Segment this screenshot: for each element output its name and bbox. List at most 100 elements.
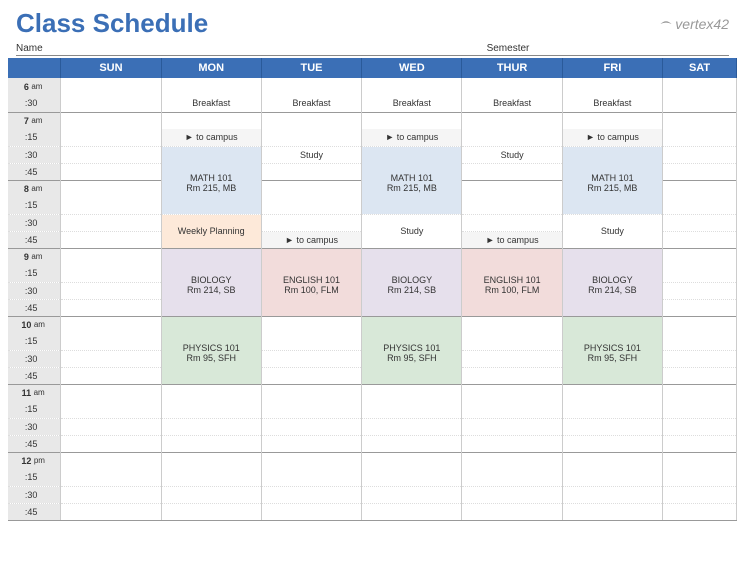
schedule-cell [61,78,161,95]
schedule-cell [61,350,161,367]
logo-text: vertex42 [675,16,729,32]
schedule-cell [663,333,737,350]
minute-label: :15 [8,401,61,418]
schedule-cell [61,197,161,214]
schedule-table: SUN MON TUE WED THUR FRI SAT 6 am:30Brea… [8,58,737,521]
name-field-label: Name [16,43,487,56]
hour-label: 9 am [8,248,61,265]
schedule-cell [663,350,737,367]
hour-label: 6 am [8,78,61,95]
schedule-cell: ► to campus [161,129,261,146]
schedule-cell [261,129,361,146]
semester-field-label: Semester [487,43,729,56]
schedule-cell [362,486,462,503]
schedule-cell [261,112,361,129]
schedule-cell [261,316,361,333]
schedule-row: 11 am [8,384,737,401]
schedule-cell: Breakfast [562,95,662,112]
schedule-cell [663,469,737,486]
schedule-cell [61,469,161,486]
schedule-cell [663,146,737,163]
schedule-cell [61,316,161,333]
minute-label: :15 [8,129,61,146]
schedule-cell [261,350,361,367]
day-header-tue: TUE [261,58,361,78]
minute-label: :45 [8,231,61,248]
schedule-cell [663,180,737,197]
schedule-cell [462,486,562,503]
schedule-cell [61,435,161,452]
schedule-cell [462,418,562,435]
schedule-cell [462,316,562,333]
schedule-cell [462,333,562,350]
schedule-cell: Weekly Planning [161,214,261,248]
schedule-cell [61,333,161,350]
schedule-row: :30 [8,486,737,503]
schedule-cell [562,418,662,435]
minute-label: :15 [8,197,61,214]
schedule-cell [462,469,562,486]
schedule-cell [462,503,562,520]
schedule-cell: ► to campus [362,129,462,146]
schedule-cell: ► to campus [562,129,662,146]
schedule-cell [61,231,161,248]
schedule-cell [663,231,737,248]
schedule-cell [261,401,361,418]
schedule-row: :15 ► to campus ► to campus ► to campus [8,129,737,146]
schedule-cell: PHYSICS 101Rm 95, SFH [362,316,462,384]
schedule-cell: ► to campus [261,231,361,248]
minute-label: :30 [8,214,61,231]
hour-label: 10 am [8,316,61,333]
schedule-cell [61,180,161,197]
day-header-mon: MON [161,58,261,78]
minute-label: :45 [8,503,61,520]
schedule-cell [663,95,737,112]
schedule-cell [462,163,562,180]
minute-label: :45 [8,435,61,452]
schedule-cell [261,197,361,214]
schedule-cell [663,384,737,401]
schedule-row: 10 amPHYSICS 101Rm 95, SFHPHYSICS 101Rm … [8,316,737,333]
schedule-cell [362,452,462,469]
schedule-cell [663,452,737,469]
schedule-cell: Study [562,214,662,248]
schedule-row: :30Weekly PlanningStudyStudy [8,214,737,231]
hour-label: 8 am [8,180,61,197]
schedule-cell [462,367,562,384]
schedule-row: :15 [8,469,737,486]
meta-row: Name Semester [0,43,745,58]
schedule-cell [61,112,161,129]
schedule-cell [261,435,361,452]
minute-label: :30 [8,146,61,163]
schedule-cell [261,163,361,180]
schedule-row: :45 [8,503,737,520]
schedule-cell [562,469,662,486]
hour-label: 7 am [8,112,61,129]
schedule-cell [663,401,737,418]
minute-label: :15 [8,333,61,350]
schedule-cell [362,78,462,95]
schedule-cell [362,469,462,486]
time-header [8,58,61,78]
schedule-cell [462,180,562,197]
schedule-cell [462,452,562,469]
schedule-cell [61,146,161,163]
minute-label: :30 [8,95,61,112]
schedule-cell [161,401,261,418]
schedule-row: 9 amBIOLOGYRm 214, SBENGLISH 101Rm 100, … [8,248,737,265]
schedule-cell: MATH 101Rm 215, MB [562,146,662,214]
schedule-cell: PHYSICS 101Rm 95, SFH [161,316,261,384]
schedule-row: :30MATH 101Rm 215, MBStudyMATH 101Rm 215… [8,146,737,163]
schedule-cell [462,112,562,129]
schedule-cell [562,384,662,401]
schedule-cell [663,299,737,316]
schedule-cell [61,367,161,384]
schedule-cell [663,112,737,129]
schedule-cell: Study [261,146,361,163]
schedule-cell: Study [462,146,562,163]
schedule-cell [562,452,662,469]
hour-label: 12 pm [8,452,61,469]
schedule-cell [261,214,361,231]
schedule-cell [61,214,161,231]
schedule-cell [562,78,662,95]
